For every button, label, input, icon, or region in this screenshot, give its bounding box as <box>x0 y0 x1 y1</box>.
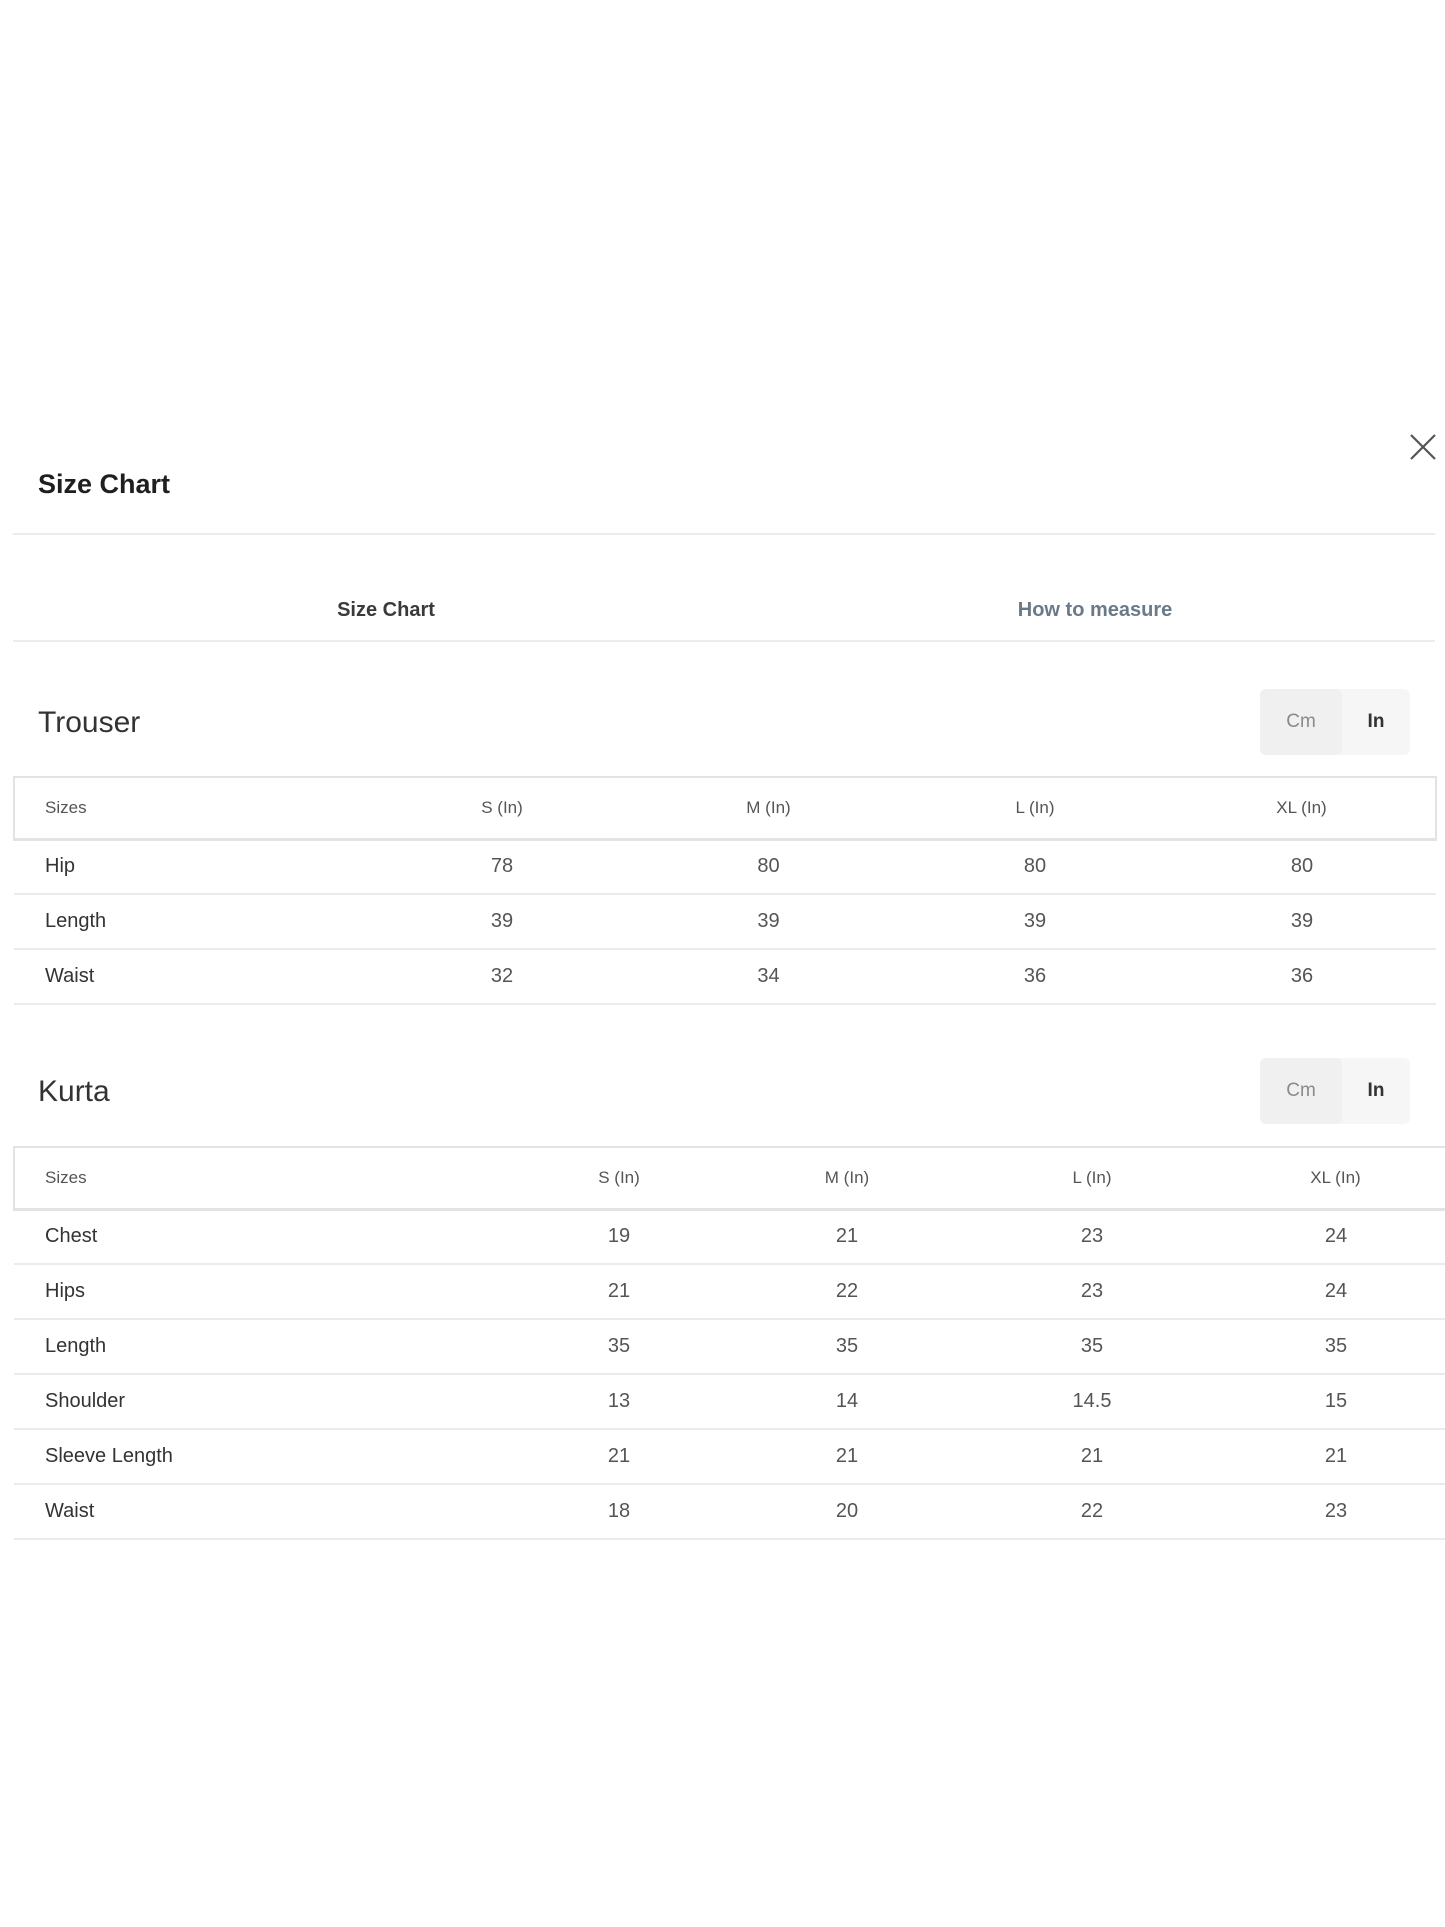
table-header-row: Sizes S (In) M (In) L (In) XL (In) <box>13 776 1437 841</box>
unit-toggle-trouser: Cm In <box>1260 689 1410 755</box>
column-header: M (In) <box>724 1146 970 1211</box>
row-label: Waist <box>14 1484 514 1540</box>
size-table-kurta: Sizes S (In) M (In) L (In) XL (In) Chest… <box>13 1146 1445 1540</box>
table-cell: 14 <box>724 1374 970 1430</box>
table-cell: 21 <box>1214 1429 1445 1485</box>
table-cell: 39 <box>1168 894 1436 950</box>
unit-option-cm[interactable]: Cm <box>1260 1058 1342 1124</box>
row-label: Hips <box>14 1264 514 1320</box>
column-header: S (In) <box>514 1146 724 1211</box>
table-row: Hips 21 22 23 24 <box>14 1264 1445 1320</box>
row-label: Length <box>14 894 369 950</box>
table-cell: 21 <box>514 1429 724 1485</box>
table-cell: 35 <box>514 1319 724 1375</box>
table-cell: 23 <box>970 1264 1214 1320</box>
table-row: Waist 18 20 22 23 <box>14 1484 1445 1540</box>
table-cell: 21 <box>514 1264 724 1320</box>
table-cell: 36 <box>1168 949 1436 1005</box>
tab-how-to-measure[interactable]: How to measure <box>1018 596 1172 624</box>
table-cell: 80 <box>635 839 902 895</box>
table-cell: 78 <box>369 839 635 895</box>
table-row: Chest 19 21 23 24 <box>14 1209 1445 1265</box>
table-cell: 21 <box>724 1429 970 1485</box>
table-cell: 32 <box>369 949 635 1005</box>
column-header: L (In) <box>970 1146 1214 1211</box>
table-cell: 39 <box>369 894 635 950</box>
unit-option-in[interactable]: In <box>1342 1058 1410 1124</box>
table-cell: 21 <box>970 1429 1214 1485</box>
column-header: M (In) <box>635 776 902 841</box>
table-cell: 39 <box>635 894 902 950</box>
tab-size-chart[interactable]: Size Chart <box>337 596 435 624</box>
row-label: Length <box>14 1319 514 1375</box>
unit-option-in[interactable]: In <box>1342 689 1410 755</box>
column-header: Sizes <box>13 776 369 841</box>
modal-title: Size Chart <box>38 469 171 499</box>
row-label: Shoulder <box>14 1374 514 1430</box>
table-row: Length 35 35 35 35 <box>14 1319 1445 1375</box>
row-label: Sleeve Length <box>14 1429 514 1485</box>
table-row: Waist 32 34 36 36 <box>14 949 1436 1005</box>
table-cell: 14.5 <box>970 1374 1214 1430</box>
table-cell: 23 <box>970 1209 1214 1265</box>
table-cell: 80 <box>1168 839 1436 895</box>
column-header: L (In) <box>902 776 1168 841</box>
unit-toggle-kurta: Cm In <box>1260 1058 1410 1124</box>
table-cell: 22 <box>724 1264 970 1320</box>
size-table-trouser: Sizes S (In) M (In) L (In) XL (In) Hip 7… <box>13 776 1437 1005</box>
table-cell: 21 <box>724 1209 970 1265</box>
table-cell: 24 <box>1214 1209 1445 1265</box>
section-title-kurta: Kurta <box>38 1075 110 1108</box>
table-cell: 35 <box>724 1319 970 1375</box>
column-header: XL (In) <box>1168 776 1437 841</box>
table-cell: 19 <box>514 1209 724 1265</box>
table-cell: 20 <box>724 1484 970 1540</box>
table-cell: 34 <box>635 949 902 1005</box>
table-cell: 39 <box>902 894 1168 950</box>
table-cell: 36 <box>902 949 1168 1005</box>
table-cell: 18 <box>514 1484 724 1540</box>
table-header-row: Sizes S (In) M (In) L (In) XL (In) <box>13 1146 1445 1211</box>
table-cell: 24 <box>1214 1264 1445 1320</box>
table-cell: 15 <box>1214 1374 1445 1430</box>
tabs-divider <box>13 640 1435 642</box>
column-header: S (In) <box>369 776 635 841</box>
row-label: Waist <box>14 949 369 1005</box>
table-cell: 22 <box>970 1484 1214 1540</box>
table-cell: 23 <box>1214 1484 1445 1540</box>
table-row: Sleeve Length 21 21 21 21 <box>14 1429 1445 1485</box>
table-row: Shoulder 13 14 14.5 15 <box>14 1374 1445 1430</box>
header-divider <box>13 533 1435 535</box>
close-icon <box>1410 434 1436 460</box>
column-header: Sizes <box>13 1146 514 1211</box>
table-cell: 80 <box>902 839 1168 895</box>
column-header: XL (In) <box>1214 1146 1445 1211</box>
table-row: Length 39 39 39 39 <box>14 894 1436 950</box>
unit-option-cm[interactable]: Cm <box>1260 689 1342 755</box>
row-label: Chest <box>14 1209 514 1265</box>
table-cell: 35 <box>970 1319 1214 1375</box>
row-label: Hip <box>14 839 369 895</box>
table-cell: 13 <box>514 1374 724 1430</box>
table-row: Hip 78 80 80 80 <box>14 839 1436 895</box>
close-button[interactable] <box>1406 430 1440 464</box>
table-cell: 35 <box>1214 1319 1445 1375</box>
section-title-trouser: Trouser <box>38 706 141 739</box>
